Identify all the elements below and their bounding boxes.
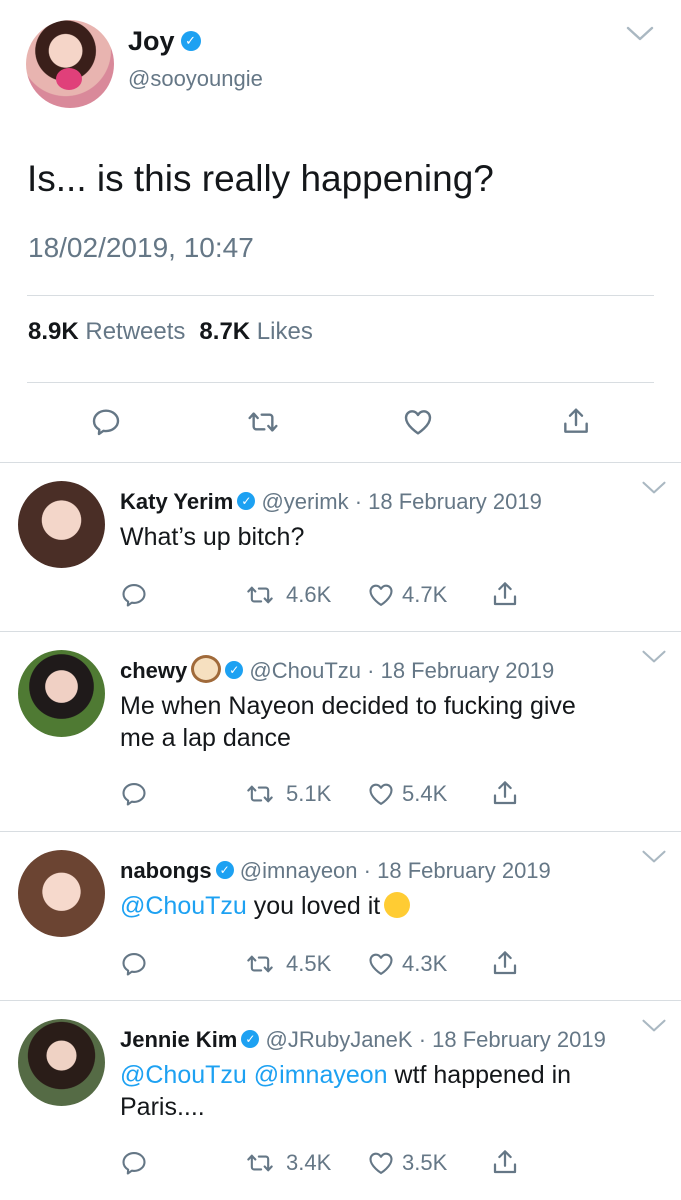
author-name-text[interactable]: Joy (128, 26, 175, 56)
reply-icon[interactable] (120, 581, 148, 609)
chevron-down-icon[interactable] (641, 1019, 667, 1033)
reply-text-line: @ChouTzu @imnayeon wtf happened in (120, 1059, 660, 1091)
retweet-count: 4.6K (286, 582, 332, 607)
reply-author-name[interactable]: Katy Yerim (120, 489, 233, 514)
chevron-down-icon[interactable] (641, 481, 667, 495)
share-icon[interactable] (490, 948, 520, 978)
share-icon[interactable] (490, 778, 520, 808)
divider (27, 295, 654, 296)
separator-dot: · (363, 858, 371, 883)
verified-badge-icon: ✓ (237, 492, 256, 511)
share-icon[interactable] (490, 1147, 520, 1177)
reply-handle[interactable]: @imnayeon (240, 858, 358, 883)
retweets-stat[interactable]: 8.9K Retweets (28, 318, 185, 345)
reply-text-body: wtf happened in (394, 1061, 572, 1089)
reply-date[interactable]: 18 February 2019 (381, 658, 555, 683)
reply-author-name[interactable]: chewy (120, 658, 187, 683)
reply-text: @ChouTzu @imnayeon wtf happened in Paris… (120, 1059, 660, 1123)
separator-dot: · (354, 489, 363, 514)
reply-author-name[interactable]: Jennie Kim (120, 1027, 237, 1052)
verified-badge-icon: ✓ (225, 661, 244, 680)
tweet-timestamp: 18/02/2019, 10:47 (28, 232, 254, 263)
divider (27, 382, 654, 383)
dog-emoji-icon (191, 655, 222, 684)
reply-handle[interactable]: @ChouTzu (249, 658, 361, 683)
tweet-stats: 8.9K Retweets 8.7K Likes (28, 318, 313, 346)
verified-badge-icon: ✓ (215, 861, 234, 880)
like-count: 4.3K (402, 951, 448, 976)
verified-badge-icon: ✓ (241, 1030, 260, 1049)
separator-dot: · (367, 658, 375, 683)
like-icon[interactable] (366, 1149, 396, 1177)
reply-icon[interactable] (90, 406, 122, 438)
verified-badge-icon: ✓ (180, 30, 201, 51)
like-icon[interactable] (366, 581, 396, 609)
main-tweet: Joy ✓ @sooyoungie Is... is this really ha… (0, 0, 681, 462)
reply-tweet[interactable]: chewy ✓ @ChouTzu · 18 February 2019 Me wh… (0, 632, 681, 831)
reply-icon[interactable] (120, 1149, 148, 1177)
retweet-icon[interactable] (244, 950, 276, 978)
chevron-down-icon[interactable] (641, 650, 667, 664)
avatar[interactable] (18, 481, 105, 568)
author-name[interactable]: Joy ✓ (128, 26, 201, 57)
reply-text-line: Paris.... (120, 1093, 205, 1121)
winking-face-emoji-icon (384, 892, 411, 919)
reply-header: Jennie Kim ✓ @JRubyJaneK · 18 February 20… (120, 1027, 606, 1053)
reply-handle[interactable]: @JRubyJaneK (266, 1027, 413, 1052)
reply-date[interactable]: 18 February 2019 (377, 858, 551, 883)
main-tweet-actions (0, 406, 681, 442)
reply-tweet[interactable]: nabongs ✓ @imnayeon · 18 February 2019 @C… (0, 832, 681, 1000)
reply-actions: 4.5K 4.3K (0, 950, 681, 980)
reply-icon[interactable] (120, 780, 148, 808)
reply-tweet[interactable]: Jennie Kim ✓ @JRubyJaneK · 18 February 20… (0, 1001, 681, 1200)
like-icon[interactable] (366, 780, 396, 808)
retweet-count: 3.4K (286, 1150, 332, 1175)
reply-header: Katy Yerim ✓ @yerimk · 18 February 2019 (120, 489, 542, 515)
reply-text-line: Me when Nayeon decided to fucking give (120, 692, 576, 720)
tweet-text: Is... is this really happening? (27, 158, 494, 199)
reply-actions: 4.6K 4.7K (0, 581, 681, 611)
reply-date[interactable]: 18 February 2019 (432, 1027, 606, 1052)
reply-text-line: me a lap dance (120, 724, 291, 752)
mention-link[interactable]: @imnayeon (254, 1061, 388, 1089)
retweet-icon[interactable] (244, 581, 276, 609)
chevron-down-icon[interactable] (641, 850, 667, 864)
reply-header: nabongs ✓ @imnayeon · 18 February 2019 (120, 858, 551, 884)
author-handle[interactable]: @sooyoungie (128, 66, 263, 92)
reply-text: What’s up bitch? (120, 523, 305, 551)
reply-author-name[interactable]: nabongs (120, 858, 212, 883)
likes-stat[interactable]: 8.7K Likes (199, 318, 312, 345)
share-icon[interactable] (490, 579, 520, 609)
reply-text: Me when Nayeon decided to fucking give m… (120, 690, 660, 754)
retweet-icon[interactable] (244, 780, 276, 808)
reply-text-body: you loved it (253, 892, 381, 920)
retweet-count: 4.5K (286, 951, 332, 976)
reply-date[interactable]: 18 February 2019 (368, 489, 542, 514)
like-count: 4.7K (402, 582, 448, 607)
avatar[interactable] (26, 20, 114, 108)
reply-header: chewy ✓ @ChouTzu · 18 February 2019 (120, 655, 555, 686)
separator-dot: · (418, 1027, 427, 1052)
reply-icon[interactable] (120, 950, 148, 978)
reply-tweet[interactable]: Katy Yerim ✓ @yerimk · 18 February 2019 W… (0, 463, 681, 631)
like-count: 5.4K (402, 781, 448, 806)
share-icon[interactable] (560, 404, 592, 438)
rose-graphic (56, 68, 82, 90)
reply-actions: 5.1K 5.4K (0, 780, 681, 810)
avatar[interactable] (18, 1019, 105, 1106)
like-count: 3.5K (402, 1150, 448, 1175)
reply-text: @ChouTzu you loved it (120, 890, 660, 922)
retweet-icon[interactable] (246, 406, 280, 438)
avatar[interactable] (18, 850, 105, 937)
like-icon[interactable] (366, 950, 396, 978)
mention-link[interactable]: @ChouTzu (120, 1061, 247, 1089)
avatar[interactable] (18, 650, 105, 737)
reply-actions: 3.4K 3.5K (0, 1149, 681, 1179)
mention-link[interactable]: @ChouTzu (120, 892, 247, 920)
retweet-count: 5.1K (286, 781, 332, 806)
chevron-down-icon[interactable] (626, 24, 654, 44)
like-icon[interactable] (402, 406, 434, 438)
retweet-icon[interactable] (244, 1149, 276, 1177)
reply-handle[interactable]: @yerimk (261, 489, 348, 514)
